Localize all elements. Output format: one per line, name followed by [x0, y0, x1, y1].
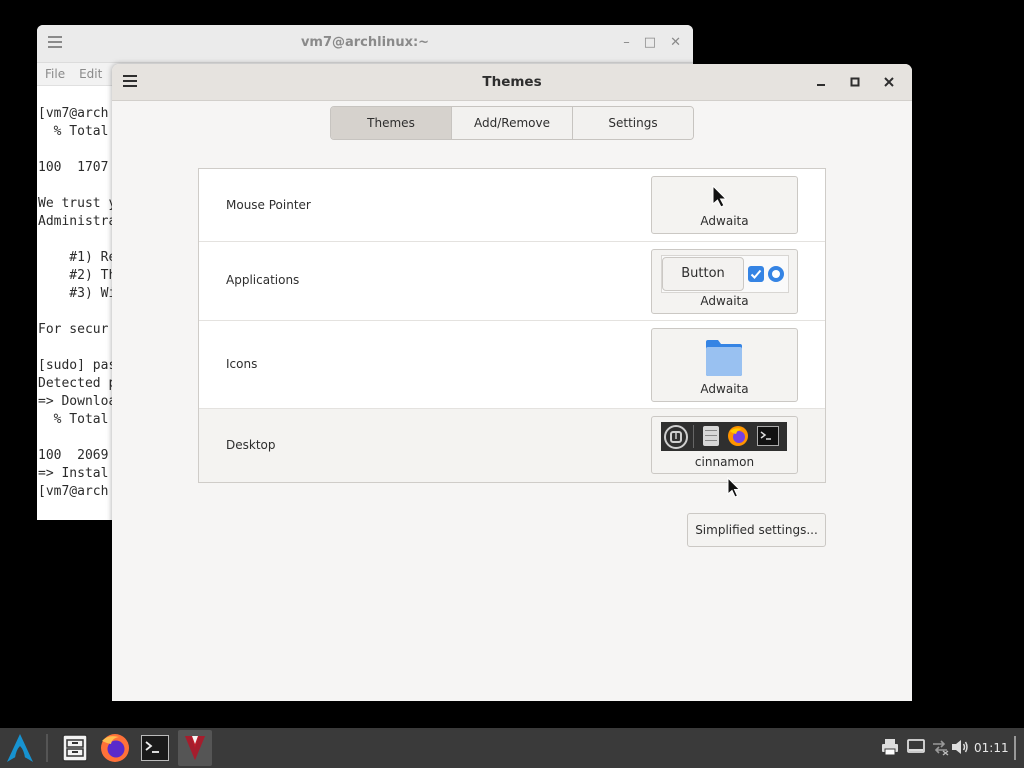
themes-window[interactable]: Themes Themes Add/Remove Settings Mouse … [112, 64, 912, 701]
file-cabinet-icon [703, 426, 719, 446]
close-icon [884, 77, 894, 87]
themes-app-icon [185, 736, 205, 760]
close-button[interactable] [876, 72, 902, 92]
row-icons: Icons Adwaita [199, 320, 825, 409]
cinnamon-panel-preview [661, 422, 787, 451]
folder-icon [706, 340, 742, 376]
chooser-value: Adwaita [700, 294, 749, 308]
mouse-pointer-chooser[interactable]: Adwaita [651, 176, 798, 234]
gtk-preview: Button [661, 255, 789, 293]
simplified-settings-button[interactable]: Simplified settings... [687, 513, 826, 547]
tab-themes[interactable]: Themes [331, 107, 451, 139]
arch-menu-button[interactable] [4, 732, 36, 764]
maximize-icon[interactable]: □ [644, 35, 656, 50]
preview-button: Button [662, 257, 744, 291]
mint-menu-icon [664, 425, 688, 449]
menu-edit[interactable]: Edit [79, 67, 102, 81]
row-label: Mouse Pointer [226, 198, 311, 212]
mouse-cursor-icon [727, 477, 741, 498]
theme-list: Mouse Pointer Adwaita Applications Butto… [198, 168, 826, 483]
radio-icon [768, 266, 784, 282]
taskbar-themes[interactable] [178, 730, 212, 766]
minimize-button[interactable] [808, 72, 834, 92]
terminal-icon [141, 735, 169, 761]
row-applications: Applications Button Adwaita [199, 241, 825, 321]
network-icon[interactable] [931, 738, 949, 756]
minimize-icon[interactable]: – [623, 35, 630, 50]
chooser-value: Adwaita [700, 214, 749, 228]
clock[interactable]: 01:11 [974, 741, 1009, 755]
menu-file[interactable]: File [45, 67, 65, 81]
chooser-value: cinnamon [694, 455, 755, 469]
terminal-titlebar[interactable]: vm7@archlinux:~ – □ ✕ [37, 25, 693, 63]
show-desktop-handle[interactable] [1014, 736, 1016, 760]
firefox-icon [101, 734, 129, 762]
chooser-value: Adwaita [700, 382, 749, 396]
themes-titlebar[interactable]: Themes [112, 64, 912, 101]
applications-chooser[interactable]: Button Adwaita [651, 249, 798, 314]
printer-icon[interactable] [881, 738, 899, 756]
terminal-title: vm7@archlinux:~ [300, 35, 430, 50]
maximize-button[interactable] [842, 72, 868, 92]
taskbar: 01:11 [0, 728, 1024, 768]
row-label: Desktop [226, 438, 276, 452]
minimize-icon [817, 84, 825, 86]
taskbar-terminal[interactable] [139, 732, 171, 764]
terminal-icon [757, 426, 779, 446]
tab-settings[interactable]: Settings [572, 107, 693, 139]
themes-title: Themes [482, 74, 542, 90]
firefox-icon [728, 426, 748, 446]
taskbar-firefox[interactable] [99, 732, 131, 764]
row-label: Icons [226, 357, 258, 371]
cursor-preview-icon [712, 185, 728, 208]
volume-icon[interactable] [951, 738, 969, 756]
icons-chooser[interactable]: Adwaita [651, 328, 798, 402]
stack-switcher: Themes Add/Remove Settings [330, 106, 694, 140]
desktop-chooser[interactable]: cinnamon [651, 416, 798, 474]
row-label: Applications [226, 273, 300, 287]
display-icon[interactable] [907, 738, 925, 756]
file-cabinet-icon [62, 734, 88, 762]
tab-add-remove[interactable]: Add/Remove [451, 107, 572, 139]
close-icon[interactable]: ✕ [670, 35, 681, 50]
checkbox-icon [748, 266, 764, 282]
maximize-icon [850, 77, 860, 87]
row-mouse-pointer: Mouse Pointer Adwaita [199, 169, 825, 242]
taskbar-files[interactable] [59, 732, 91, 764]
arch-logo-icon [7, 734, 33, 762]
row-desktop: Desktop cinnamon [199, 409, 825, 482]
